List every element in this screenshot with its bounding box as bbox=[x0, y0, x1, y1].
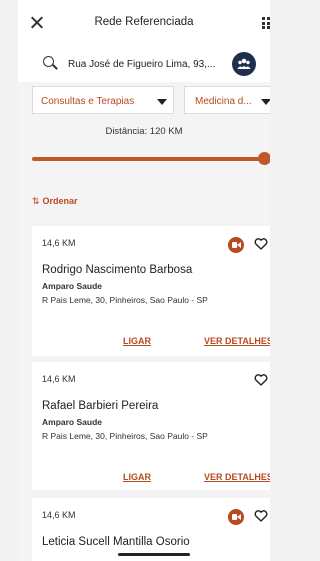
provider-address: R Pais Leme, 30, Pinheiros, Sao Paulo - … bbox=[42, 295, 208, 305]
home-indicator bbox=[118, 553, 190, 556]
provider-name: Rafael Barbieri Pereira bbox=[42, 400, 159, 412]
provider-name: Rodrigo Nascimento Barbosa bbox=[42, 264, 193, 276]
sort-label: Ordenar bbox=[42, 196, 78, 206]
people-filter-button[interactable] bbox=[232, 52, 256, 76]
chevron-down-icon bbox=[261, 99, 270, 105]
video-call-icon bbox=[228, 509, 244, 525]
distance-label: Distância: 120 KM bbox=[105, 126, 183, 137]
call-link[interactable]: LIGAR bbox=[123, 336, 151, 346]
result-card: 14,6 KM Rodrigo Nascimento Barbosa Ampar… bbox=[32, 226, 270, 356]
page-title: Rede Referenciada bbox=[94, 16, 194, 28]
sort-button[interactable]: ⇅ Ordenar bbox=[32, 196, 78, 207]
favorite-heart-icon[interactable] bbox=[254, 237, 268, 251]
provider-org: Amparo Saude bbox=[42, 281, 102, 291]
provider-name: Leticia Sucell Mantilla Osorio bbox=[42, 536, 190, 548]
search-input[interactable]: Rua José de Figueiro Lima, 93,... bbox=[68, 59, 215, 70]
grid-menu-icon[interactable] bbox=[262, 17, 270, 29]
app-screen: Rede Referenciada Rua José de Figueiro L… bbox=[18, 0, 270, 561]
distance-slider-track[interactable] bbox=[32, 157, 264, 161]
call-link[interactable]: LIGAR bbox=[123, 472, 151, 482]
details-link[interactable]: VER DETALHES bbox=[204, 472, 270, 482]
favorite-heart-icon[interactable] bbox=[254, 509, 268, 523]
header: Rede Referenciada bbox=[18, 0, 270, 46]
specialty-dropdown-label: Medicina d... bbox=[195, 96, 252, 107]
result-distance: 14,6 KM bbox=[42, 238, 76, 248]
chevron-down-icon bbox=[157, 99, 167, 105]
specialty-dropdown[interactable]: Medicina d... bbox=[184, 86, 270, 114]
result-distance: 14,6 KM bbox=[42, 374, 76, 384]
video-call-icon bbox=[228, 237, 244, 253]
result-card: 14,6 KM Rafael Barbieri Pereira Amparo S… bbox=[32, 362, 270, 490]
people-icon bbox=[237, 58, 251, 69]
result-card: 14,6 KM Leticia Sucell Mantilla Osorio bbox=[32, 498, 270, 561]
category-dropdown-label: Consultas e Terapias bbox=[41, 96, 135, 107]
provider-org: Amparo Saude bbox=[42, 417, 102, 427]
details-link[interactable]: VER DETALHES bbox=[204, 336, 270, 346]
search-icon bbox=[43, 56, 54, 67]
result-distance: 14,6 KM bbox=[42, 510, 76, 520]
category-dropdown[interactable]: Consultas e Terapias bbox=[32, 86, 174, 114]
favorite-heart-icon[interactable] bbox=[254, 373, 268, 387]
address-search[interactable]: Rua José de Figueiro Lima, 93,... bbox=[18, 46, 270, 82]
distance-slider-thumb[interactable] bbox=[258, 152, 270, 165]
provider-address: R Pais Leme, 30, Pinheiros, Sao Paulo - … bbox=[42, 431, 208, 441]
sort-icon: ⇅ bbox=[32, 196, 40, 206]
